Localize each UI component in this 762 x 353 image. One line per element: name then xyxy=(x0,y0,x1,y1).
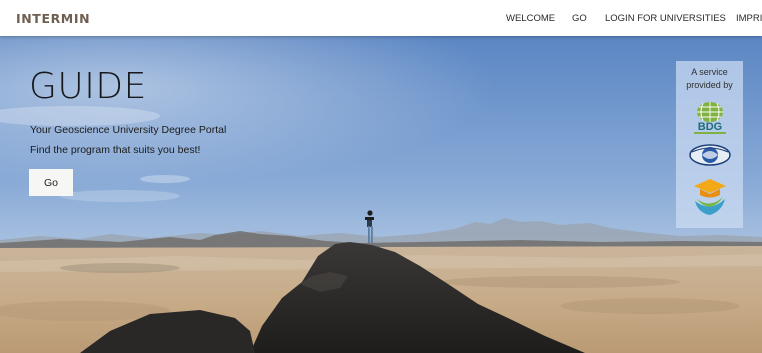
service-provided-by-label: A service provided by xyxy=(686,67,733,90)
svg-text:BDG: BDG xyxy=(697,121,721,133)
nav-welcome[interactable]: WELCOME xyxy=(506,13,555,24)
service-provider-panel: A service provided by BDG xyxy=(676,61,743,228)
bdg-logo[interactable]: BDG xyxy=(676,101,743,135)
nav-imprint[interactable]: IMPRINT xyxy=(736,13,762,24)
main-nav: WELCOME GO LOGIN FOR UNIVERSITIES IMPRIN… xyxy=(0,13,762,27)
hero-title: GUIDE xyxy=(29,66,147,107)
hero-subtagline: Find the program that suits you best! xyxy=(30,144,201,156)
nav-go[interactable]: GO xyxy=(572,13,587,24)
nav-login-for-universities[interactable]: LOGIN FOR UNIVERSITIES xyxy=(605,13,726,24)
graduation-cap-logo[interactable] xyxy=(676,177,743,217)
hero-tagline: Your Geoscience University Degree Portal xyxy=(30,124,227,136)
go-button[interactable]: Go xyxy=(29,169,73,196)
globe-logo[interactable] xyxy=(676,142,743,168)
top-navigation-bar: INTERMIN WELCOME GO LOGIN FOR UNIVERSITI… xyxy=(0,0,762,36)
